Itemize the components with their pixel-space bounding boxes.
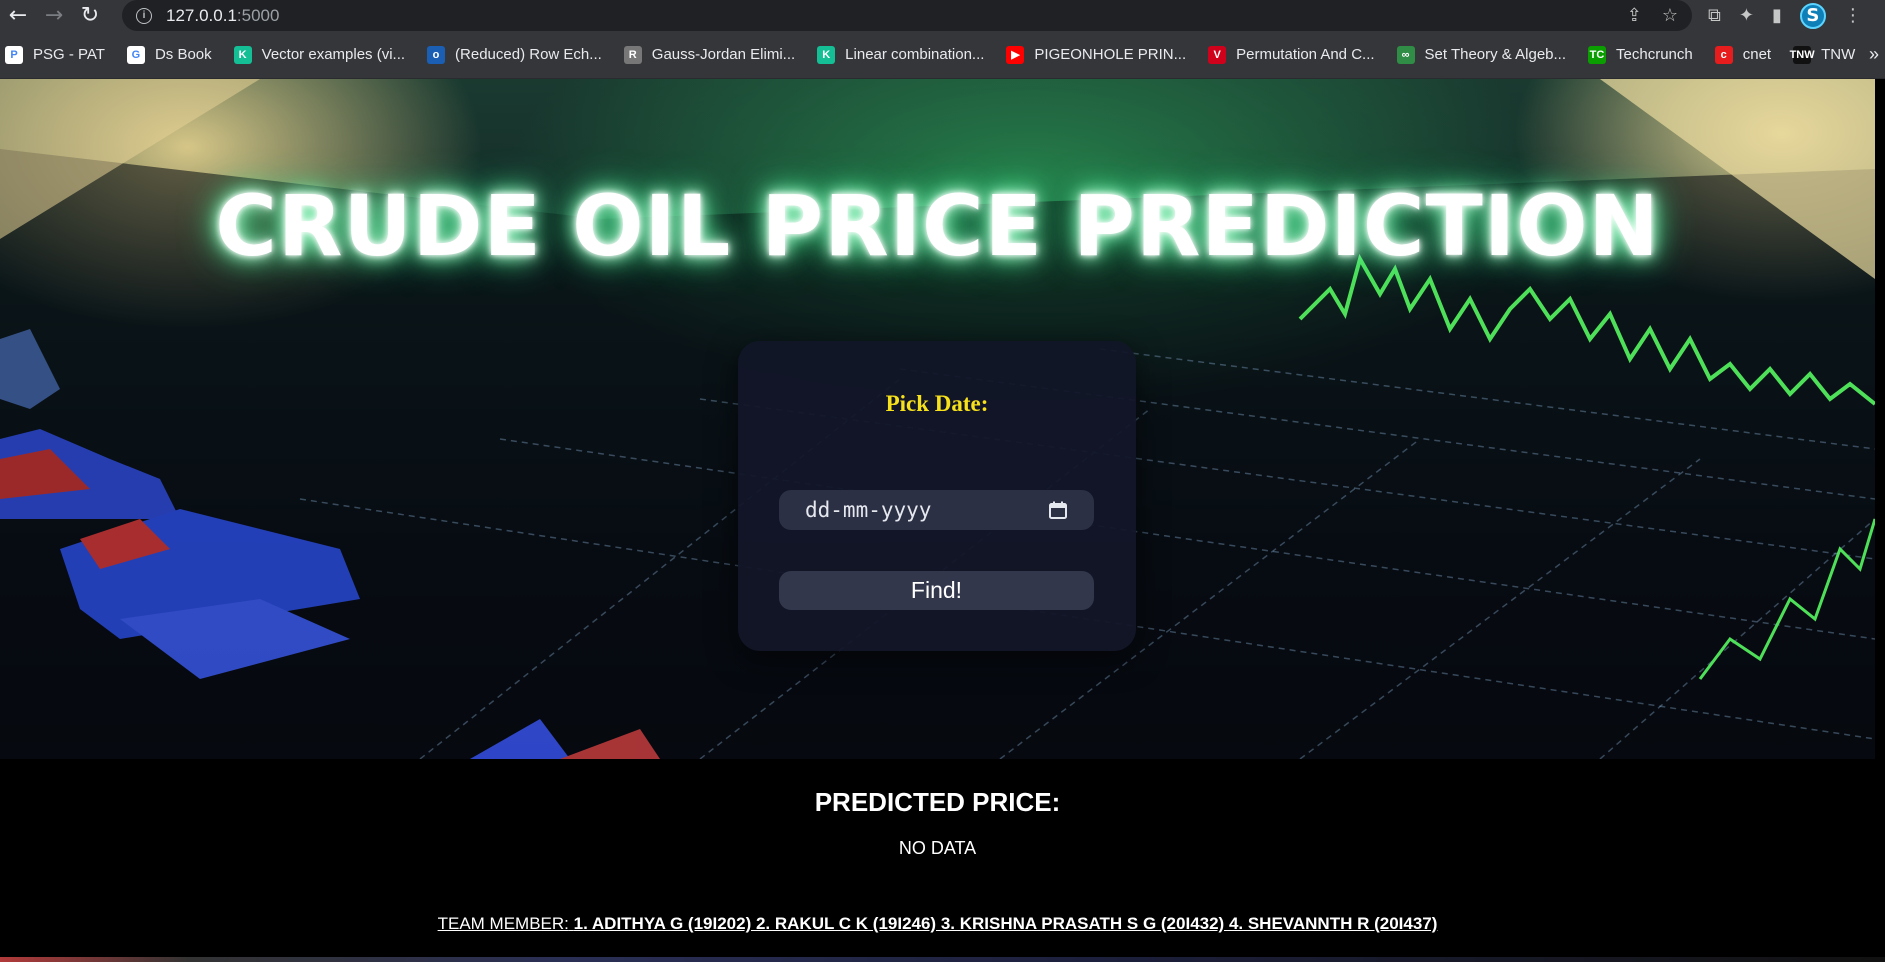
bookmark-item[interactable]: ▶ PIGEONHOLE PRIN... (1006, 45, 1187, 64)
bookmark-label: cnet (1742, 46, 1772, 63)
bookmark-label: Techcrunch (1616, 46, 1693, 63)
bookmark-label: Vector examples (vi... (261, 46, 406, 63)
extension-icon[interactable]: ⧉ (1708, 5, 1721, 26)
bookmark-item[interactable]: P PSG - PAT (5, 45, 105, 64)
predicted-price-value: NO DATA (898, 838, 977, 858)
bookmark-star-icon[interactable]: ☆ (1662, 5, 1678, 26)
bookmark-item[interactable]: c cnet (1714, 45, 1772, 64)
date-placeholder: dd-mm-yyyy (805, 498, 932, 522)
bookmark-item[interactable]: TC Techcrunch (1588, 45, 1693, 64)
pick-date-label: Pick Date: (885, 391, 989, 416)
bookmark-favicon-icon: V (1208, 45, 1227, 64)
bookmark-item[interactable]: o (Reduced) Row Ech... (427, 45, 602, 64)
bookmark-item[interactable]: K Linear combination... (817, 45, 985, 64)
page-content: CRUDE OIL PRICE PREDICTION Pick Date: dd… (0, 79, 1885, 962)
bookmark-label: Permutation And C... (1236, 46, 1375, 63)
bookmark-item[interactable]: ∞ Set Theory & Algeb... (1396, 45, 1567, 64)
bookmark-label: Gauss-Jordan Elimi... (651, 46, 796, 63)
bookmark-favicon-icon: o (427, 45, 446, 64)
bookmark-favicon-icon: R (623, 45, 642, 64)
bookmark-label: Linear combination... (845, 46, 985, 63)
bottom-strip (0, 957, 1885, 962)
date-form-card: Pick Date: dd-mm-yyyy Find! (738, 341, 1136, 651)
forward-arrow-icon[interactable]: → (36, 0, 72, 31)
url-text[interactable]: 127.0.0.1:5000 (166, 6, 279, 26)
bookmark-favicon-icon: TNW (1790, 45, 1815, 64)
date-input[interactable]: dd-mm-yyyy (779, 490, 1094, 530)
team-members: TEAM MEMBER: 1. ADITHYA G (19I202) 2. RA… (0, 914, 1875, 934)
bookmark-favicon-icon: K (233, 45, 252, 64)
bookmark-label: Set Theory & Algeb... (1424, 46, 1567, 63)
back-arrow-icon[interactable]: ← (0, 0, 36, 31)
bookmark-favicon-icon: TC (1588, 45, 1607, 64)
page-title: CRUDE OIL PRICE PREDICTION (215, 177, 1660, 275)
side-panel-icon[interactable]: ▮ (1772, 5, 1782, 26)
bookmark-item[interactable]: G Ds Book (126, 45, 212, 64)
share-icon[interactable]: ⇪ (1627, 5, 1642, 26)
site-info-icon[interactable]: i (136, 7, 152, 24)
bookmark-label: PSG - PAT (33, 46, 105, 63)
bookmark-favicon-icon: c (1714, 45, 1733, 64)
bookmark-favicon-icon: ∞ (1396, 45, 1415, 64)
bookmarks-bar: P PSG - PAT G Ds Book K Vector examples (vi..… (0, 31, 1885, 79)
predicted-price-heading: PREDICTED PRICE: (814, 787, 1061, 817)
bookmark-label: TNW (1821, 46, 1856, 63)
bookmark-favicon-icon: G (126, 45, 145, 64)
reload-icon[interactable]: ↻ (72, 0, 108, 31)
team-member-list: 1. ADITHYA G (19I202) 2. RAKUL C K (19I2… (573, 914, 1438, 933)
bookmark-item[interactable]: K Vector examples (vi... (233, 45, 406, 64)
bookmark-item[interactable]: R Gauss-Jordan Elimi... (623, 45, 796, 64)
hero-section: CRUDE OIL PRICE PREDICTION Pick Date: dd… (0, 79, 1875, 759)
menu-kebab-icon[interactable]: ⋮ (1844, 5, 1862, 26)
bookmark-favicon-icon: ▶ (1006, 45, 1025, 64)
url-host: 127.0.0.1 (166, 5, 237, 25)
bookmark-favicon-icon: K (817, 45, 836, 64)
result-section: PREDICTED PRICE: NO DATA TEAM MEMBER: 1.… (0, 759, 1875, 962)
team-label: TEAM MEMBER: (437, 914, 569, 933)
profile-avatar[interactable]: S (1799, 2, 1826, 29)
puzzle-icon[interactable]: ✦ (1739, 5, 1754, 26)
more-bookmarks-icon[interactable]: » (1869, 44, 1879, 65)
bookmark-item[interactable]: V Permutation And C... (1208, 45, 1375, 64)
browser-toolbar: ← → ↻ i 127.0.0.1:5000 ⇪ ☆ ⧉ ✦ ▮ S ⋮ (0, 0, 1885, 31)
find-button[interactable]: Find! (779, 571, 1094, 610)
bookmark-item[interactable]: TNW TNW (1790, 45, 1856, 64)
bookmark-label: Ds Book (154, 46, 212, 63)
address-bar[interactable]: i 127.0.0.1:5000 ⇪ ☆ (122, 0, 1692, 31)
url-port: :5000 (236, 5, 280, 25)
calendar-icon[interactable] (1048, 500, 1068, 520)
bookmark-label: (Reduced) Row Ech... (455, 46, 602, 63)
bookmark-favicon-icon: P (5, 45, 23, 64)
bookmark-label: PIGEONHOLE PRIN... (1034, 46, 1187, 63)
